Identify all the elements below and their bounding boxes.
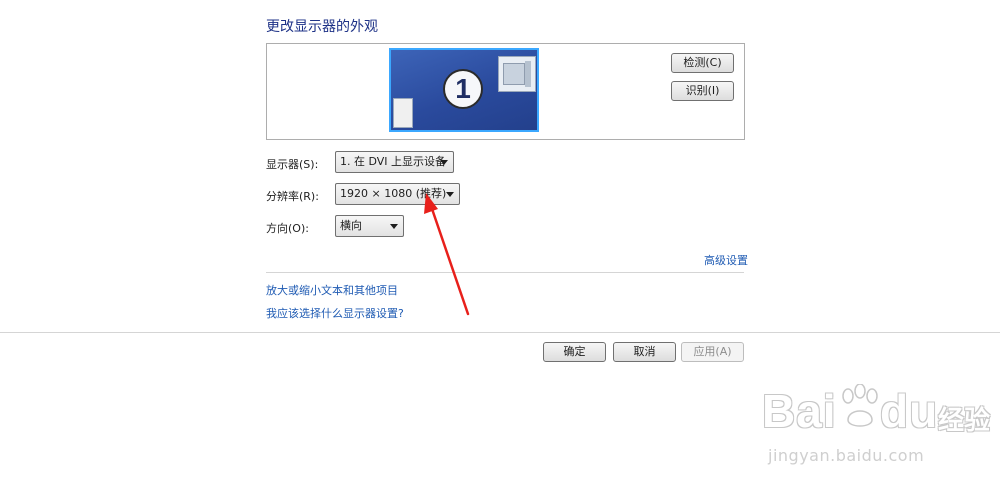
- baidu-jingyan-watermark: Bai du 经验 jingyan.baidu.com: [762, 384, 992, 474]
- ok-button[interactable]: 确定: [543, 342, 606, 362]
- monitor-1-thumbnail[interactable]: 1: [389, 48, 539, 132]
- resolution-select[interactable]: 1920 × 1080 (推荐): [335, 183, 460, 205]
- footer-divider: [0, 332, 1000, 333]
- detect-button[interactable]: 检测(C): [671, 53, 734, 73]
- watermark-brand-cn: 经验: [938, 406, 991, 436]
- chevron-down-icon: [390, 224, 398, 229]
- apply-button[interactable]: 应用(A): [681, 342, 744, 362]
- monitor-preview-panel: 1 检测(C) 识别(I): [266, 43, 745, 140]
- resolution-label: 分辨率(R):: [266, 190, 319, 203]
- identify-button[interactable]: 识别(I): [671, 81, 734, 101]
- watermark-brand-tail: du: [880, 385, 939, 437]
- window-thumbnail: [498, 56, 536, 92]
- section-divider: [266, 272, 744, 273]
- display-label: 显示器(S):: [266, 158, 319, 171]
- monitor-number-badge: 1: [443, 69, 483, 109]
- display-select-value: 1. 在 DVI 上显示设备: [340, 155, 447, 168]
- page-title: 更改显示器的外观: [266, 19, 378, 35]
- window-thumbnail-small: [393, 98, 413, 128]
- watermark-brand: Bai: [762, 385, 837, 437]
- paw-icon: [842, 384, 878, 427]
- chevron-down-icon: [440, 160, 448, 165]
- orientation-select-value: 横向: [340, 219, 362, 232]
- text-size-link[interactable]: 放大或缩小文本和其他项目: [266, 282, 398, 298]
- display-select[interactable]: 1. 在 DVI 上显示设备: [335, 151, 454, 173]
- chevron-down-icon: [446, 192, 454, 197]
- display-help-link[interactable]: 我应该选择什么显示器设置?: [266, 305, 404, 321]
- advanced-settings-link[interactable]: 高级设置: [704, 252, 748, 268]
- watermark-url: jingyan.baidu.com: [768, 446, 925, 465]
- resolution-select-value: 1920 × 1080 (推荐): [340, 187, 447, 200]
- orientation-label: 方向(O):: [266, 222, 309, 235]
- cancel-button[interactable]: 取消: [613, 342, 676, 362]
- orientation-select[interactable]: 横向: [335, 215, 404, 237]
